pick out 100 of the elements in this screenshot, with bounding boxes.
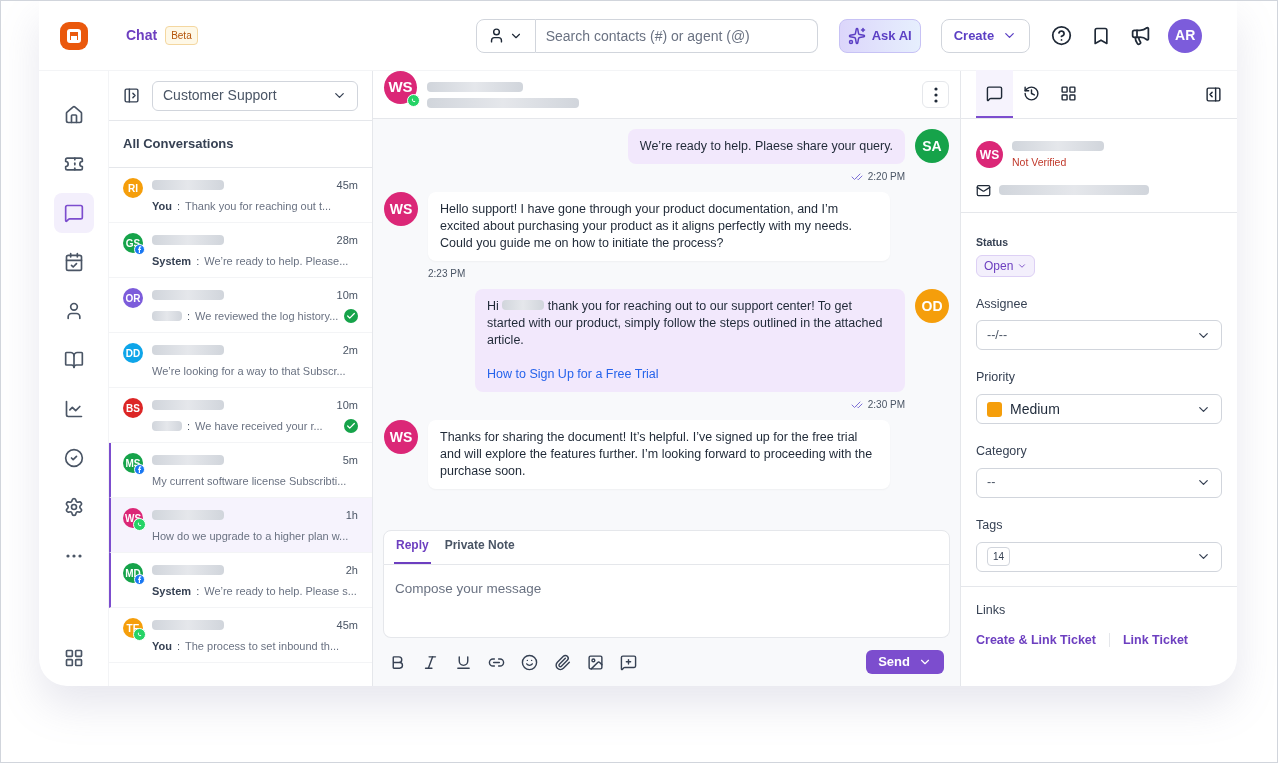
clock-history-icon	[1023, 84, 1040, 102]
message-preview: We’re ready to help. Please...	[204, 253, 349, 269]
panel-collapse-icon[interactable]	[1205, 85, 1222, 103]
message-input[interactable]: Compose your message	[383, 565, 950, 638]
add-comment-icon[interactable]	[620, 653, 637, 671]
message-preview: The process to set inbound th...	[185, 638, 340, 654]
field-label: Links	[976, 602, 1006, 617]
separator-colon: :	[196, 583, 200, 599]
tag-chip: 14	[987, 547, 1011, 566]
sender-label: You	[152, 198, 172, 214]
status-dropdown[interactable]: Open	[976, 254, 1036, 277]
sender-label: System	[152, 253, 192, 269]
calendar-check-icon	[63, 252, 84, 272]
select-value: Medium	[1010, 399, 1060, 419]
sender-label: You	[152, 638, 172, 654]
details-tab[interactable]	[976, 70, 1013, 118]
more-options-button[interactable]	[922, 81, 949, 108]
paperclip-icon[interactable]	[554, 653, 571, 671]
mail-icon	[976, 182, 991, 198]
verification-status: Not Verified	[1012, 155, 1068, 170]
conversation-time: 28m	[336, 232, 358, 248]
more-vertical-icon	[933, 86, 938, 103]
separator-colon: :	[176, 638, 181, 654]
redacted-name	[152, 510, 224, 520]
create-button[interactable]: Create	[940, 18, 1031, 53]
whatsapp-badge-icon	[407, 94, 420, 107]
message-text: Hi thank you for reaching out to our support center! To get started with our product, simply follow the steps outlined in the attached article.	[487, 299, 883, 347]
user-avatar[interactable]: AR	[1168, 18, 1203, 53]
emoji-icon[interactable]	[521, 653, 538, 671]
field-label: Priority	[976, 369, 1016, 387]
more-icon	[65, 554, 82, 558]
select-field[interactable]: --/--	[976, 320, 1222, 351]
field-label: Tags	[976, 516, 1004, 534]
megaphone-icon[interactable]	[1130, 25, 1152, 46]
conversation-time: 10m	[336, 397, 358, 413]
list-heading: All Conversations	[123, 135, 234, 154]
redacted-name	[152, 345, 224, 355]
line-chart-icon	[63, 399, 84, 419]
conversation-time: 45m	[336, 617, 358, 633]
select-field[interactable]: Medium	[976, 394, 1222, 424]
message-time: 2:30 PM	[867, 398, 905, 412]
select-field[interactable]: 14	[976, 541, 1222, 572]
conversation-time: 2h	[345, 562, 358, 578]
message-text: Hello support! I have gone through your product documentation, and I’m excited about purchasing your product as it aligns perfectly with my needs. Could you guide me on how to initiate the process?	[440, 202, 853, 250]
book-icon	[63, 350, 84, 370]
separator-colon: :	[187, 308, 191, 324]
italic-icon[interactable]	[422, 653, 439, 671]
page-title: Chat	[126, 26, 158, 45]
conversation-time: 2m	[342, 342, 358, 358]
search-field[interactable]: Search contacts (#) or agent (@)	[535, 18, 818, 53]
avatar: OR	[123, 288, 143, 308]
settings-icon	[63, 497, 84, 517]
avatar: WS	[384, 192, 418, 226]
avatar: DD	[123, 343, 143, 363]
avatar: WS	[384, 71, 417, 104]
message-preview: We reviewed the log history...	[195, 308, 339, 324]
redacted-name	[152, 235, 224, 245]
composer-tab[interactable]: Private Note	[442, 536, 517, 564]
conversation-time: 45m	[336, 177, 358, 193]
message-preview: How do we upgrade to a higher plan w...	[152, 528, 349, 544]
field-label: Assignee	[976, 295, 1029, 313]
avatar: WS	[384, 420, 418, 454]
conversation-time: 5m	[342, 452, 358, 468]
ticket-link[interactable]: Link Ticket	[1122, 630, 1189, 650]
avatar: BS	[123, 398, 143, 418]
avatar: OD	[915, 289, 949, 323]
select-field[interactable]: --	[976, 467, 1222, 498]
send-button[interactable]: Send	[866, 650, 944, 674]
inbox-dropdown[interactable]: Customer Support	[152, 80, 358, 111]
message-preview: Thank you for reaching out t...	[185, 198, 332, 214]
message-preview: My current software license Subscribti...	[152, 473, 347, 489]
sender-label: System	[152, 583, 192, 599]
select-value: --	[987, 474, 996, 492]
redacted-name	[152, 290, 224, 300]
redacted-name	[152, 620, 224, 630]
contact-type-dropdown[interactable]	[475, 18, 536, 53]
ticket-link[interactable]: Create & Link Ticket	[976, 630, 1096, 650]
separator-colon: :	[176, 198, 181, 214]
article-link[interactable]: How to Sign Up for a Free Trial	[487, 366, 893, 383]
separator-colon: :	[187, 418, 191, 434]
logo-icon[interactable]	[60, 21, 88, 50]
avatar: SA	[915, 129, 949, 163]
separator-colon: :	[196, 253, 200, 269]
message-preview: We’re looking for a way to that Subscr...	[152, 363, 346, 379]
select-value: --/--	[987, 326, 1008, 344]
help-icon[interactable]	[1051, 25, 1073, 46]
message-time: 2:23 PM	[428, 267, 466, 281]
underline-icon[interactable]	[455, 653, 472, 671]
ask-ai-button[interactable]: Ask AI	[838, 18, 921, 53]
grid-icon	[1060, 84, 1077, 102]
avatar: WS	[976, 141, 1003, 168]
redacted-name	[502, 300, 545, 310]
check-circle-icon	[63, 448, 84, 468]
nav-item[interactable]	[53, 193, 94, 233]
panel-expand-icon[interactable]	[123, 87, 140, 104]
grid-icon[interactable]	[63, 648, 84, 668]
message-preview: We have received your r...	[195, 418, 323, 434]
conversation-time: 1h	[345, 507, 358, 523]
image-icon[interactable]	[587, 653, 604, 671]
beta-badge: Beta	[165, 26, 198, 45]
